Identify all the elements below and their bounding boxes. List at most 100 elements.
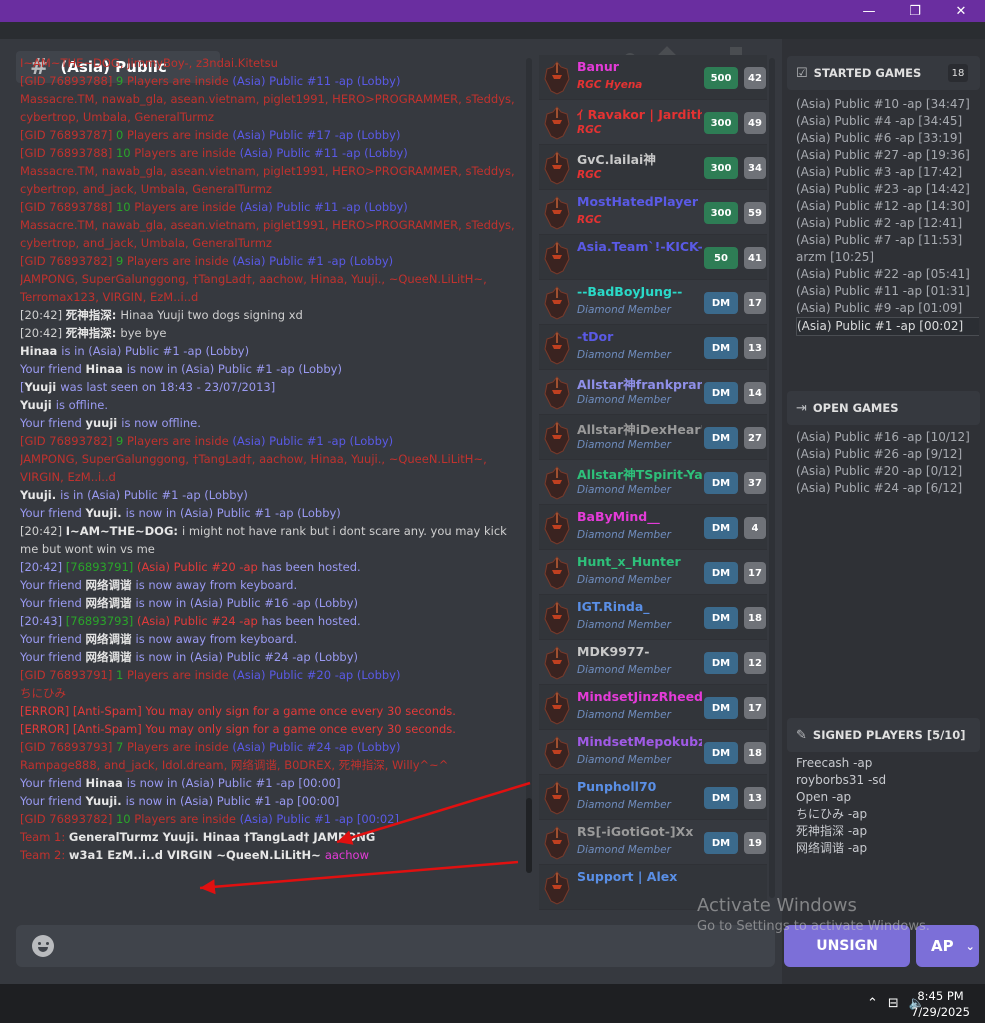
unsign-button[interactable]: UNSIGN bbox=[784, 925, 910, 967]
game-list-item[interactable]: (Asia) Public #12 -ap [14:30] bbox=[796, 198, 979, 215]
level-badge: 17 bbox=[744, 697, 766, 719]
chat-scrollbar-track[interactable] bbox=[526, 58, 532, 873]
message-segment: 10 bbox=[115, 146, 135, 160]
message-segment: [20:43] bbox=[20, 614, 66, 628]
player-row[interactable]: Allstar神TSpirit-Yato Diamond Member DM 37 bbox=[539, 460, 767, 505]
player-row[interactable]: MindsetMepokubz Diamond Member DM 18 bbox=[539, 730, 767, 775]
game-list-item[interactable]: 死神指深 -ap bbox=[796, 823, 886, 840]
game-list-item[interactable]: (Asia) Public #2 -ap [12:41] bbox=[796, 215, 979, 232]
game-list-item[interactable]: (Asia) Public #10 -ap [34:47] bbox=[796, 96, 979, 113]
chat-message: [GID 76893782] 9 Players are inside (Asi… bbox=[20, 432, 525, 450]
message-segment: is now in (Asia) Public #1 -ap [00:00] bbox=[125, 794, 340, 808]
player-row[interactable]: Punpholl70 Diamond Member DM 13 bbox=[539, 775, 767, 820]
player-row[interactable]: Banur RGC Hyena 500 42 bbox=[539, 55, 767, 100]
rank-badge: DM bbox=[704, 607, 738, 629]
player-row[interactable]: -tDor Diamond Member DM 13 bbox=[539, 325, 767, 370]
message-segment: (Asia) Public #20 -ap (Lobby) bbox=[232, 668, 401, 682]
message-segment: [76893791] bbox=[65, 560, 137, 574]
game-list-item[interactable]: (Asia) Public #23 -ap [14:42] bbox=[796, 181, 979, 198]
maximize-button[interactable]: ❐ bbox=[892, 0, 938, 22]
player-row[interactable]: GvC.lailai神 RGC 300 34 bbox=[539, 145, 767, 190]
player-row[interactable]: MostHatedPlayer RGC 300 59 bbox=[539, 190, 767, 235]
mode-dropdown[interactable]: AP ⌄ bbox=[916, 925, 979, 967]
message-segment: (Asia) Public #1 -ap [00:02] bbox=[239, 812, 399, 826]
game-list-item[interactable]: (Asia) Public #24 -ap [6/12] bbox=[796, 480, 970, 497]
game-list-item[interactable]: (Asia) Public #4 -ap [34:45] bbox=[796, 113, 979, 130]
game-list-item[interactable]: (Asia) Public #11 -ap [01:31] bbox=[796, 283, 979, 300]
chat-message: [ERROR] [Anti-Spam] You may only sign fo… bbox=[20, 720, 525, 738]
game-list-item[interactable]: (Asia) Public #16 -ap [10/12] bbox=[796, 429, 970, 446]
game-list-item[interactable]: (Asia) Public #3 -ap [17:42] bbox=[796, 164, 979, 181]
game-list-item[interactable]: (Asia) Public #22 -ap [05:41] bbox=[796, 266, 979, 283]
chevron-up-icon[interactable]: ⌃ bbox=[867, 996, 878, 1011]
chat-message: [ERROR] [Anti-Spam] You may only sign fo… bbox=[20, 702, 525, 720]
game-list-item[interactable]: (Asia) Public #7 -ap [11:53] bbox=[796, 232, 979, 249]
level-badge: 42 bbox=[744, 67, 766, 89]
game-list-item[interactable]: (Asia) Public #9 -ap [01:09] bbox=[796, 300, 979, 317]
player-row[interactable]: Support | Alex bbox=[539, 865, 767, 910]
close-button[interactable]: ✕ bbox=[938, 0, 984, 22]
message-segment: Rampage888, and_jack, Idol.dream, 网络调谐, … bbox=[20, 758, 449, 772]
started-games-count[interactable]: 18 bbox=[948, 64, 968, 82]
signed-players-list[interactable]: Freecash -ap royborbs31 -sd Open -ap ちにひみ -… bbox=[796, 755, 886, 857]
chat-message: [GID 76893787] 0 Players are inside (Asi… bbox=[20, 126, 525, 144]
message-list[interactable]: I~AM~THE~DOG, JimmyBoy-, z3ndai.Kitetsu [… bbox=[20, 54, 525, 914]
message-segment: [GID 76893788] bbox=[20, 146, 116, 160]
player-name: MDK9977- bbox=[577, 644, 650, 659]
message-segment: Players are inside bbox=[126, 74, 233, 88]
message-segment: [GID 76893782] bbox=[20, 812, 116, 826]
message-segment: Hinaa bbox=[85, 362, 127, 376]
game-list-item[interactable]: arzm [10:25] bbox=[796, 249, 979, 266]
level-badge: 49 bbox=[744, 112, 766, 134]
level-badge: 41 bbox=[744, 247, 766, 269]
checkbox-icon: ☑ bbox=[796, 65, 808, 81]
message-input[interactable] bbox=[16, 925, 775, 967]
network-icon[interactable]: ⊟ bbox=[888, 996, 899, 1011]
game-list-item[interactable]: Open -ap bbox=[796, 789, 886, 806]
game-list-item[interactable]: (Asia) Public #20 -ap [0/12] bbox=[796, 463, 970, 480]
rank-badge: 300 bbox=[704, 112, 738, 134]
message-segment: was last seen on 18:43 - 23/07/2013] bbox=[60, 380, 276, 394]
chat-scrollbar-thumb[interactable] bbox=[526, 798, 532, 873]
player-name: IGT.Rinda_ bbox=[577, 599, 650, 614]
player-row[interactable]: MDK9977- Diamond Member DM 12 bbox=[539, 640, 767, 685]
helmet-avatar-icon bbox=[544, 241, 570, 275]
player-row[interactable]: IGT.Rinda_ Diamond Member DM 18 bbox=[539, 595, 767, 640]
clock[interactable]: 8:45 PM 7/29/2025 bbox=[911, 988, 970, 1020]
game-list-item[interactable]: royborbs31 -sd bbox=[796, 772, 886, 789]
game-list-item[interactable]: 网络调谐 -ap bbox=[796, 840, 886, 857]
emoji-icon[interactable] bbox=[32, 935, 54, 957]
chat-message: Your friend 网络调谐 is now away from keyboa… bbox=[20, 630, 525, 648]
chat-message: Massacre.TM, nawab_gla, asean.vietnam, p… bbox=[20, 90, 525, 126]
message-segment: (Asia) Public #17 -ap (Lobby) bbox=[232, 128, 401, 142]
player-row[interactable]: BaByMind__ Diamond Member DM 4 bbox=[539, 505, 767, 550]
started-games-list[interactable]: (Asia) Public #10 -ap [34:47] (Asia) Publ… bbox=[796, 96, 980, 336]
game-list-item[interactable]: (Asia) Public #6 -ap [33:19] bbox=[796, 130, 979, 147]
player-row[interactable]: MindsetJinzRheed- Diamond Member DM 17 bbox=[539, 685, 767, 730]
message-segment: (Asia) Public #24 -ap (Lobby) bbox=[232, 740, 401, 754]
game-list-item[interactable]: (Asia) Public #26 -ap [9/12] bbox=[796, 446, 970, 463]
player-list-scrollbar[interactable] bbox=[769, 58, 775, 898]
clock-date: 7/29/2025 bbox=[911, 1005, 970, 1019]
minimize-button[interactable]: — bbox=[846, 0, 892, 22]
game-list-item[interactable]: Freecash -ap bbox=[796, 755, 886, 772]
game-list-item[interactable]: ちにひみ -ap bbox=[796, 806, 886, 823]
open-games-list[interactable]: (Asia) Public #16 -ap [10/12] (Asia) Publ… bbox=[796, 429, 970, 497]
player-row[interactable]: Asia.Team`!-KICK-! 50 41 bbox=[539, 235, 767, 280]
player-row[interactable]: Hunt_x_Hunter Diamond Member DM 17 bbox=[539, 550, 767, 595]
chat-message: [GID 76893788] 10 Players are inside (As… bbox=[20, 198, 525, 216]
player-row[interactable]: Allstar神frankpranb Diamond Member DM 14 bbox=[539, 370, 767, 415]
message-segment: Players are inside bbox=[134, 146, 240, 160]
player-row[interactable]: Allstar神iDexHear' Diamond Member DM 27 bbox=[539, 415, 767, 460]
player-row[interactable]: ｲ Ravakor | Jardith ✝ RGC 300 49 bbox=[539, 100, 767, 145]
game-list-item[interactable]: (Asia) Public #1 -ap [00:02] bbox=[796, 317, 980, 336]
player-list[interactable]: Banur RGC Hyena 500 42 ｲ Ravakor | Jardith ✝… bbox=[539, 55, 767, 915]
chat-message: [20:42] I~AM~THE~DOG: i might not have r… bbox=[20, 522, 525, 558]
message-segment: [20:42] bbox=[20, 308, 66, 322]
message-segment: Players are inside bbox=[134, 812, 240, 826]
player-row[interactable]: --BadBoyJung-- Diamond Member DM 17 bbox=[539, 280, 767, 325]
message-segment: has been hosted. bbox=[261, 560, 361, 574]
game-list-item[interactable]: (Asia) Public #27 -ap [19:36] bbox=[796, 147, 979, 164]
player-name: Asia.Team`!-KICK-! bbox=[577, 239, 702, 254]
player-row[interactable]: RS[-iGotiGot-]Xx Diamond Member DM 19 bbox=[539, 820, 767, 865]
